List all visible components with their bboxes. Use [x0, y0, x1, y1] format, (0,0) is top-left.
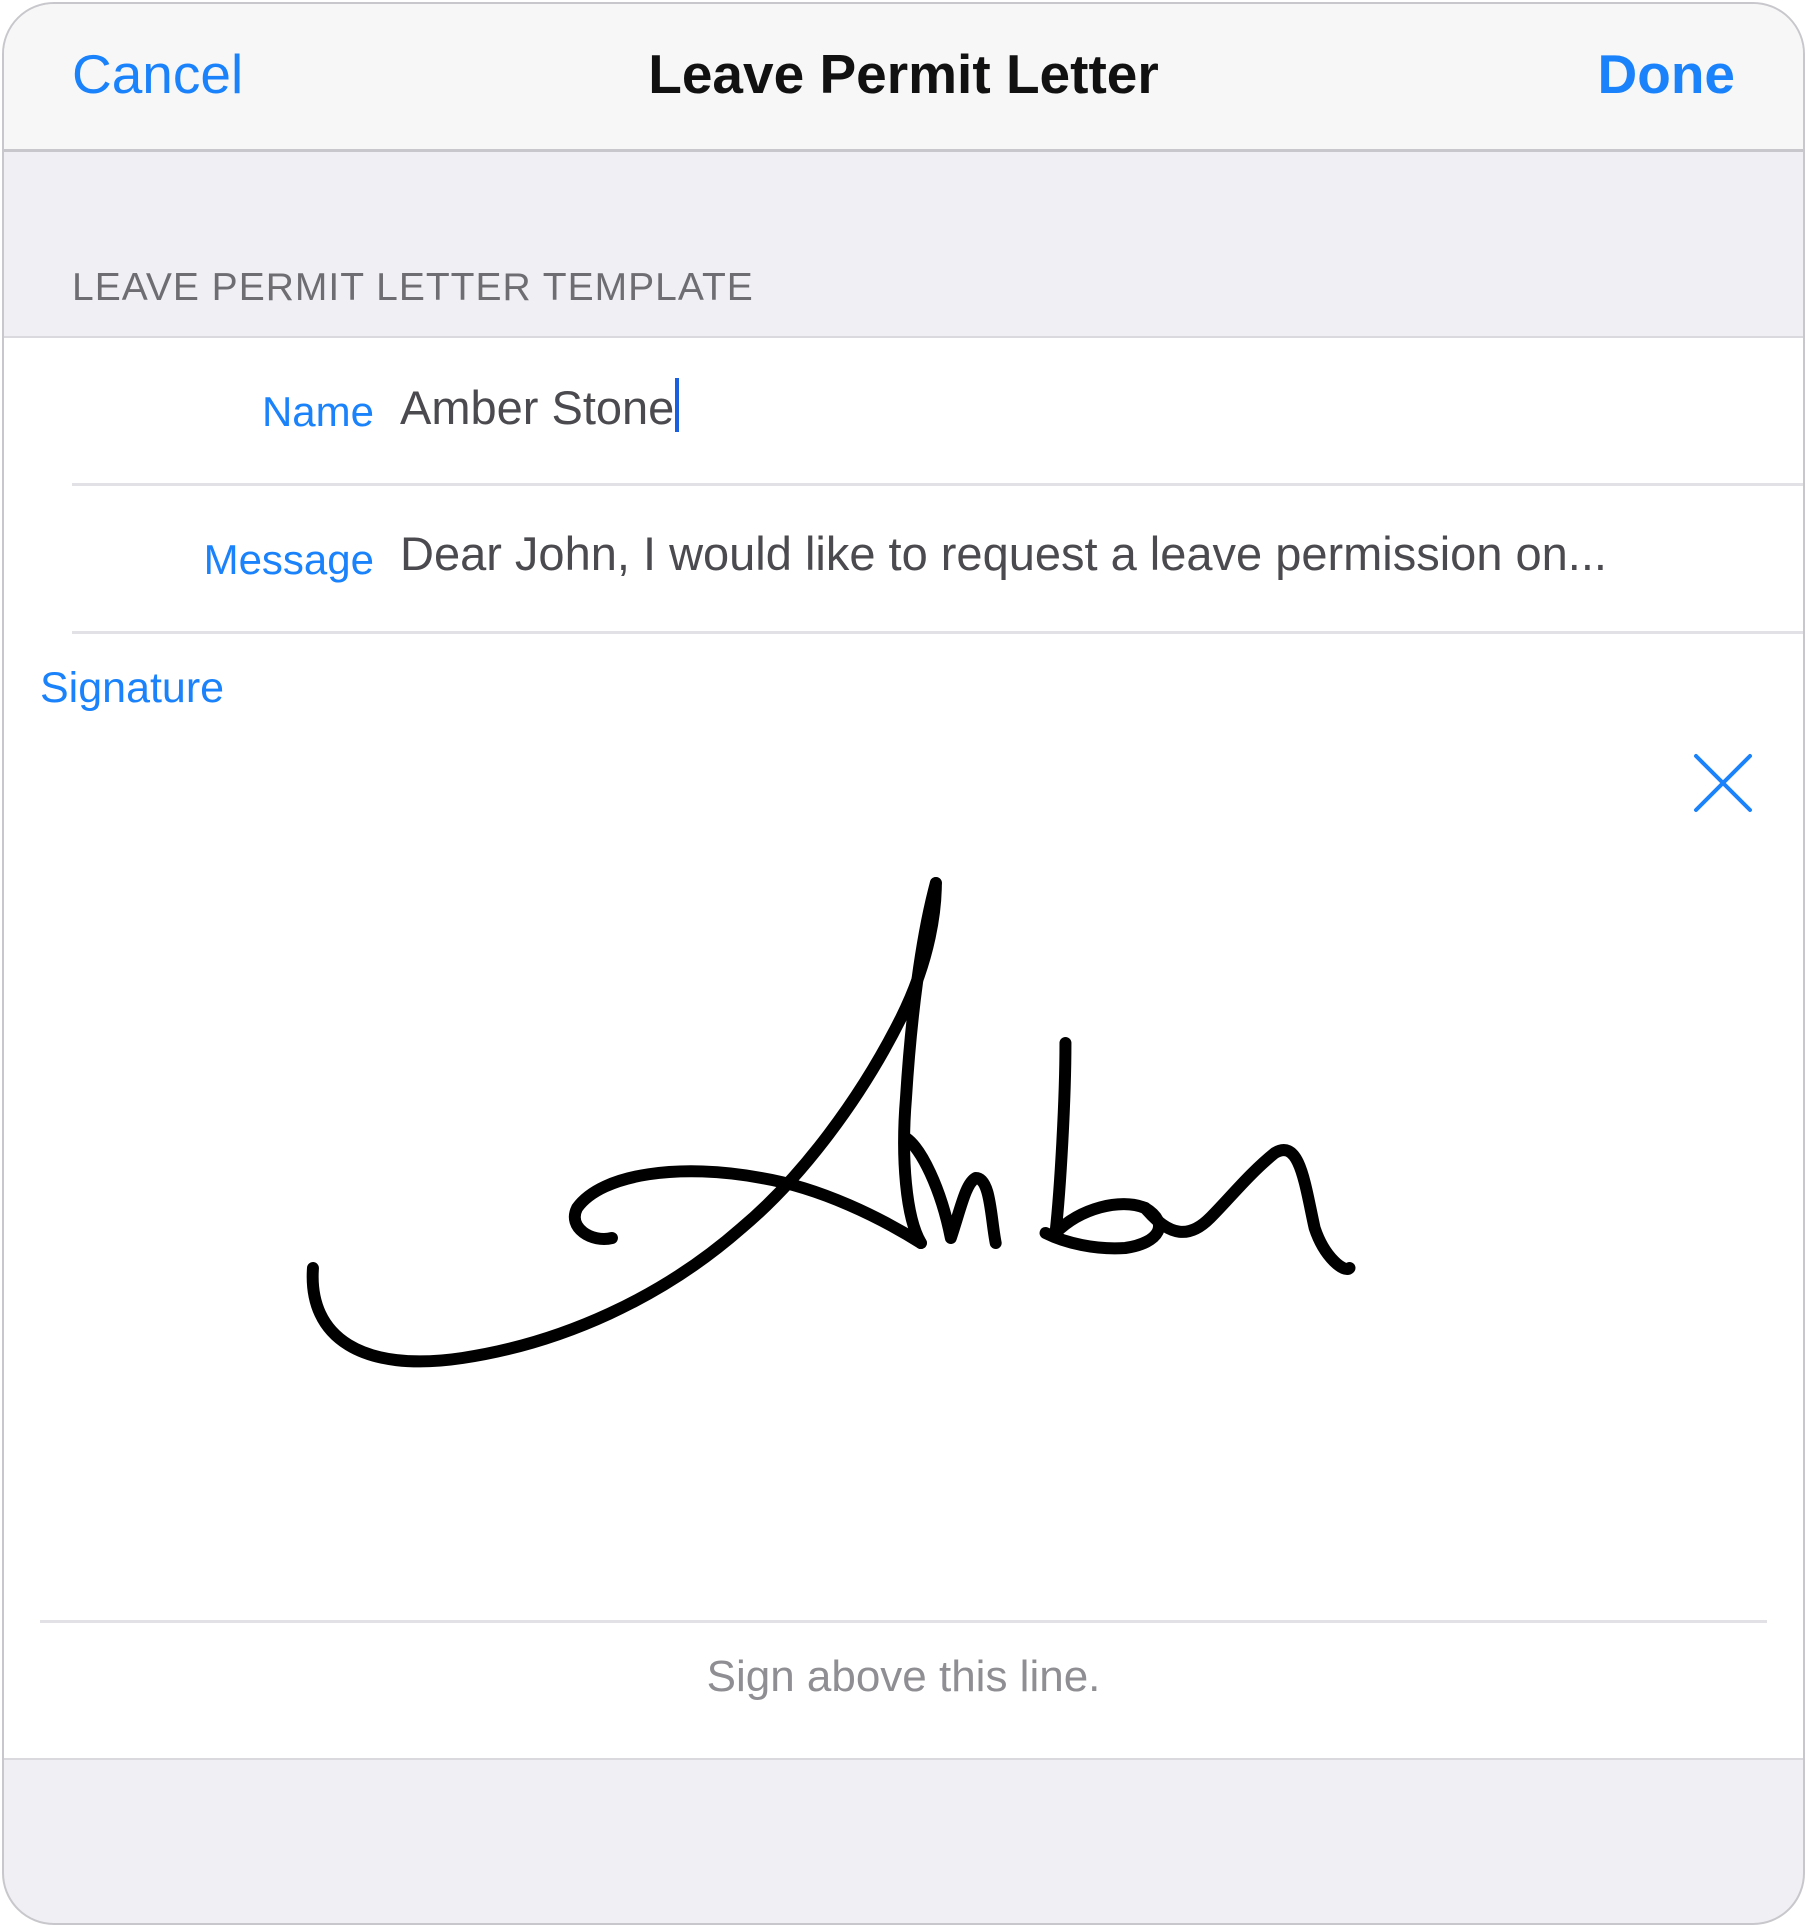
name-value: Amber Stone [400, 381, 675, 434]
name-label: Name [261, 388, 374, 435]
form-card: Name Amber Stone Message Dear John, I wo… [4, 336, 1803, 1760]
text-caret [675, 378, 680, 432]
signature-hint: Sign above this line. [706, 1652, 1101, 1701]
signature-baseline [40, 1620, 1767, 1623]
section-header: LEAVE PERMIT LETTER TEMPLATE [72, 266, 754, 309]
page-title: Leave Permit Letter [648, 43, 1159, 105]
signature-form-window: Cancel Leave Permit Letter Done LEAVE PE… [2, 2, 1805, 1925]
message-input[interactable]: Dear John, I would like to request a lea… [400, 526, 1607, 581]
row-divider [72, 631, 1803, 634]
signature-drawing [306, 877, 1356, 1368]
message-label: Message [203, 536, 374, 583]
done-button[interactable]: Done [1598, 42, 1736, 106]
close-icon[interactable] [1688, 748, 1758, 818]
message-row[interactable]: Message Dear John, I would like to reque… [4, 486, 1803, 634]
navigation-bar: Cancel Leave Permit Letter Done [4, 4, 1803, 152]
name-input[interactable]: Amber Stone [400, 378, 680, 435]
name-row[interactable]: Name Amber Stone [4, 338, 1803, 486]
signature-label: Signature [40, 664, 225, 712]
signature-pad[interactable] [4, 708, 1803, 1588]
